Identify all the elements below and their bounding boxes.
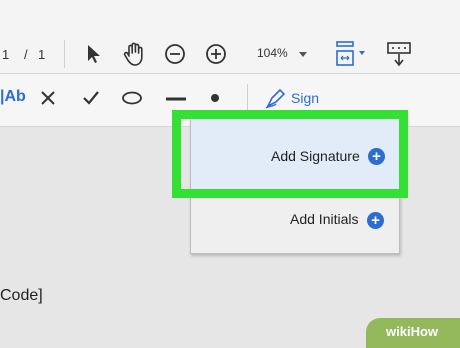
add-initials-item[interactable]: Add Initials +: [191, 191, 399, 253]
page-separator: /: [24, 47, 28, 62]
document-text: Code]: [0, 287, 43, 304]
wikihow-watermark: wikiHow: [366, 318, 460, 348]
select-cursor-icon[interactable]: [86, 44, 102, 64]
dot-tool-icon[interactable]: [209, 92, 221, 104]
add-initials-plus-icon[interactable]: +: [367, 212, 384, 229]
add-initials-label: Add Initials: [290, 211, 359, 227]
keyboard-download-icon[interactable]: [386, 40, 412, 68]
zoom-dropdown[interactable]: 104%: [243, 40, 315, 68]
main-toolbar: 1 / 1 104%: [0, 0, 460, 74]
chevron-down-icon: [299, 52, 307, 57]
zoom-value: 104%: [257, 46, 288, 60]
ellipse-tool-icon[interactable]: [121, 91, 143, 105]
cross-mark-icon[interactable]: [40, 90, 56, 106]
wikihow-logo: wikiHow: [386, 324, 439, 339]
pen-sign-icon[interactable]: [264, 86, 288, 110]
sign-button[interactable]: Sign: [291, 90, 319, 106]
text-tool[interactable]: |Ab: [0, 88, 26, 106]
page-total: 1: [38, 47, 46, 62]
zoom-in-icon[interactable]: [205, 43, 227, 65]
zoom-out-icon[interactable]: [164, 43, 186, 65]
page-current[interactable]: 1: [2, 47, 9, 62]
toolbar-divider: [247, 84, 248, 112]
hand-tool-icon[interactable]: [122, 41, 148, 67]
toolbar-divider: [64, 40, 65, 68]
checkmark-icon[interactable]: [82, 90, 100, 106]
fit-page-icon[interactable]: [333, 40, 369, 68]
line-tool-icon[interactable]: [165, 96, 187, 102]
highlight-box: [172, 110, 408, 198]
